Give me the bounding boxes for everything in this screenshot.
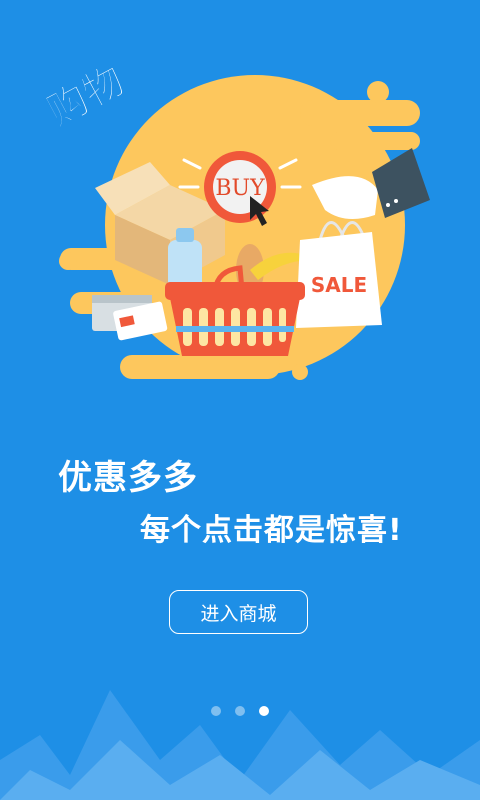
- headline: 优惠多多: [58, 458, 198, 498]
- mountain-decoration: [0, 690, 480, 800]
- buy-label: BUY: [215, 176, 265, 201]
- sale-label: SALE: [311, 273, 367, 297]
- enter-mall-button[interactable]: 进入商城: [169, 590, 308, 634]
- onboarding-screen: 购物 SALE BUY 优惠多多 每个点击都是惊喜! 进入商城: [0, 0, 480, 800]
- badge-text: 购物: [40, 57, 132, 135]
- shopping-illustration: 购物 SALE BUY: [39, 57, 430, 380]
- subheadline: 每个点击都是惊喜!: [140, 513, 403, 548]
